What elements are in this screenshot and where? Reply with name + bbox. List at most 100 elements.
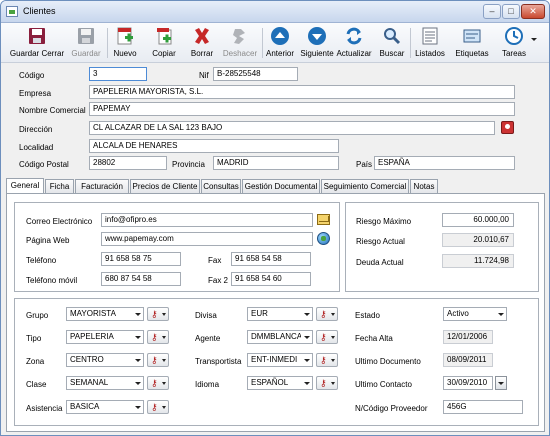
labels-button[interactable]: Etiquetas: [450, 25, 494, 62]
transportista-select[interactable]: ENT-INMEDI: [247, 353, 313, 367]
deuda-actual-label: Deuda Actual: [356, 258, 404, 267]
asistencia-select[interactable]: BASICA: [66, 400, 144, 414]
tab-facturacion[interactable]: Facturación: [75, 179, 129, 193]
chevron-down-icon: [331, 336, 335, 339]
clase-lookup-button[interactable]: ⚷: [147, 376, 169, 390]
grupo-value: MAYORISTA: [70, 309, 116, 318]
delete-label: Borrar: [190, 49, 214, 58]
tab-seguimiento-comercial[interactable]: Seguimiento Comercial: [321, 179, 409, 193]
maximize-button[interactable]: □: [502, 4, 520, 19]
chevron-down-icon: [331, 359, 335, 362]
save-button[interactable]: Guardar: [69, 25, 103, 62]
asistencia-lookup-button[interactable]: ⚷: [147, 400, 169, 414]
nombre-comercial-input[interactable]: PAPEMAY: [89, 102, 515, 116]
ultimo-contacto-label: Ultimo Contacto: [355, 380, 412, 389]
clase-select[interactable]: SEMANAL: [66, 376, 144, 390]
divisa-select[interactable]: EUR: [247, 307, 313, 321]
direccion-label: Dirección: [19, 125, 53, 134]
previous-button[interactable]: Anterior: [264, 25, 296, 62]
title-bar: Clientes – □ ✕: [1, 1, 549, 23]
arrow-up-icon: [271, 27, 289, 45]
cod-proveedor-input[interactable]: 456G: [443, 400, 523, 414]
copy-button[interactable]: Copiar: [146, 25, 182, 62]
clase-label: Clase: [26, 380, 47, 389]
toolbar-separator: [410, 28, 411, 58]
globe-icon[interactable]: [317, 232, 330, 245]
divisa-value: EUR: [251, 309, 268, 318]
refresh-button[interactable]: Actualizar: [335, 25, 373, 62]
codigo-input[interactable]: 3: [89, 67, 147, 81]
tasks-dropdown-arrow-icon[interactable]: [531, 38, 537, 41]
minimize-button[interactable]: –: [483, 4, 501, 19]
labels-label: Etiquetas: [455, 49, 489, 58]
listings-icon: [422, 27, 438, 45]
direccion-input[interactable]: CL ALCAZAR DE LA SAL 123 BAJO: [89, 121, 495, 135]
key-icon: ⚷: [151, 309, 158, 319]
divisa-lookup-button[interactable]: ⚷: [316, 307, 338, 321]
grupo-lookup-button[interactable]: ⚷: [147, 307, 169, 321]
app-icon: [6, 6, 18, 17]
tipo-lookup-button[interactable]: ⚷: [147, 330, 169, 344]
idioma-lookup-button[interactable]: ⚷: [316, 376, 338, 390]
zona-value: CENTRO: [70, 355, 104, 364]
delete-button[interactable]: Borrar: [187, 25, 217, 62]
fax2-input[interactable]: 91 658 54 60: [231, 272, 311, 286]
fax-label: Fax: [208, 256, 222, 265]
zona-lookup-button[interactable]: ⚷: [147, 353, 169, 367]
calendar-dropdown-button[interactable]: [495, 376, 507, 390]
cp-input[interactable]: 28802: [89, 156, 167, 170]
refresh-icon: [346, 27, 362, 45]
email-input[interactable]: info@ofipro.es: [101, 213, 313, 227]
ultimo-documento-value: 08/09/2011: [443, 353, 493, 367]
fax-input[interactable]: 91 658 54 58: [231, 252, 311, 266]
mail-icon[interactable]: [317, 214, 330, 225]
agente-select[interactable]: DMMBLANCA: [247, 330, 313, 344]
provincia-input[interactable]: MADRID: [213, 156, 339, 170]
clase-value: SEMANAL: [70, 378, 109, 387]
tab-notas[interactable]: Notas: [410, 179, 438, 193]
close-button[interactable]: ✕: [521, 4, 545, 19]
movil-input[interactable]: 680 87 54 58: [101, 272, 181, 286]
telefono-input[interactable]: 91 658 58 75: [101, 252, 181, 266]
tab-general[interactable]: General: [6, 178, 44, 193]
tab-ficha[interactable]: Ficha: [45, 179, 74, 193]
save-close-button[interactable]: Guardar Cerrar: [6, 25, 68, 62]
estado-select[interactable]: Activo: [443, 307, 507, 321]
estado-value: Activo: [447, 309, 469, 318]
tab-gestion-documental[interactable]: Gestión Documental: [242, 179, 320, 193]
clock-icon: [505, 27, 523, 45]
chevron-down-icon: [162, 313, 166, 316]
next-button[interactable]: Siguiente: [299, 25, 335, 62]
map-pin-icon[interactable]: [501, 121, 514, 134]
localidad-input[interactable]: ALCALA DE HENARES: [89, 139, 339, 153]
email-label: Correo Electrónico: [26, 217, 93, 226]
riesgo-maximo-input[interactable]: 60.000,00: [442, 213, 514, 227]
search-button[interactable]: Buscar: [377, 25, 407, 62]
search-icon: [384, 28, 401, 45]
key-icon: ⚷: [320, 355, 327, 365]
grupo-select[interactable]: MAYORISTA: [66, 307, 144, 321]
transportista-lookup-button[interactable]: ⚷: [316, 353, 338, 367]
tab-precios-cliente[interactable]: Precios de Cliente: [130, 179, 200, 193]
zona-select[interactable]: CENTRO: [66, 353, 144, 367]
new-button[interactable]: Nuevo: [110, 25, 140, 62]
undo-button[interactable]: Deshacer: [221, 25, 259, 62]
tasks-button[interactable]: Tareas: [498, 25, 530, 62]
clientes-window: Clientes – □ ✕ Guardar Cerrar Guardar Nu…: [0, 0, 550, 436]
web-input[interactable]: www.papemay.com: [101, 232, 313, 246]
classification-group: Grupo MAYORISTA ⚷ Tipo PAPELERIA ⚷ Zona …: [14, 298, 539, 426]
idioma-select[interactable]: ESPAÑOL: [247, 376, 313, 390]
pais-input[interactable]: ESPAÑA: [374, 156, 515, 170]
agente-lookup-button[interactable]: ⚷: [316, 330, 338, 344]
empresa-input[interactable]: PAPELERIA MAYORISTA, S.L.: [89, 85, 515, 99]
chevron-down-icon: [162, 336, 166, 339]
movil-label: Teléfono móvil: [26, 276, 78, 285]
window-title: Clientes: [23, 6, 56, 16]
listings-button[interactable]: Listados: [413, 25, 447, 62]
tipo-select[interactable]: PAPELERIA: [66, 330, 144, 344]
nif-input[interactable]: B-28525548: [213, 67, 298, 81]
tab-consultas[interactable]: Consultas: [201, 179, 241, 193]
ultimo-contacto-input[interactable]: 30/09/2010: [443, 376, 493, 390]
undo-icon: [233, 29, 245, 44]
chevron-down-icon: [301, 377, 312, 389]
